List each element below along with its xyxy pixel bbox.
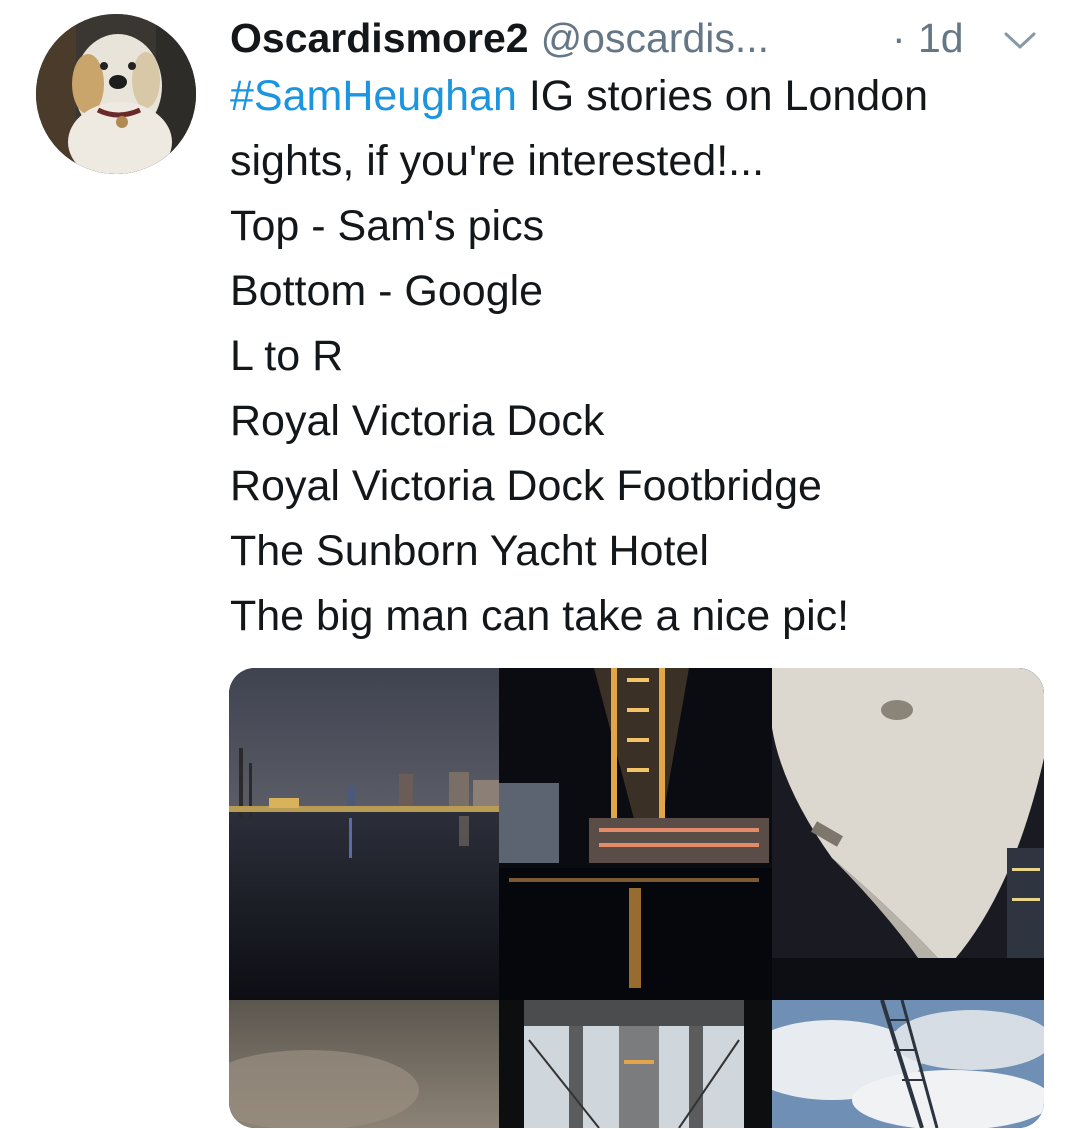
photo-dock-day[interactable] <box>229 1000 499 1128</box>
photo-footbridge-night[interactable] <box>499 668 772 1000</box>
media-grid[interactable] <box>229 668 1044 1128</box>
tweet-text-line-4: Bottom - Google <box>230 267 544 315</box>
photo-crane-sky[interactable] <box>772 1000 1044 1128</box>
tweet-header: Oscardismore2 @oscardis... · 1d <box>230 8 1050 68</box>
photo-yacht-hotel[interactable] <box>772 668 1044 1000</box>
tweet-text-line-8: The Sunborn Yacht Hotel <box>230 527 709 575</box>
photo-footbridge-day[interactable] <box>499 1000 772 1128</box>
tweet-text-line-2: sights, if you're interested!... <box>230 137 765 185</box>
tweet-text-line-5: L to R <box>230 332 344 380</box>
tweet-text-segment: IG stories on London <box>516 72 929 120</box>
display-name[interactable]: Oscardismore2 <box>230 15 529 61</box>
dog-avatar-icon <box>36 14 196 174</box>
tweet-text-line-3: Top - Sam's pics <box>230 202 545 250</box>
tweet-text-line-6: Royal Victoria Dock <box>230 397 605 445</box>
tweet-text: #SamHeughan IG stories on London sights,… <box>230 64 1050 649</box>
tweet-text-line-7: Royal Victoria Dock Footbridge <box>230 462 822 510</box>
user-handle[interactable]: @oscardis... <box>541 15 769 61</box>
avatar[interactable] <box>36 14 196 174</box>
chevron-down-icon[interactable] <box>1002 28 1038 52</box>
tweet-text-line-9: The big man can take a nice pic! <box>230 592 850 640</box>
tweet-text-line-1: #SamHeughan IG stories on London <box>230 64 1050 129</box>
timestamp[interactable]: 1d <box>918 8 964 68</box>
tweet[interactable]: Oscardismore2 @oscardis... · 1d #SamHeugh… <box>0 0 1078 1129</box>
separator-dot: · <box>892 15 906 61</box>
hashtag-link[interactable]: #SamHeughan <box>230 72 517 120</box>
photo-dock-night[interactable] <box>229 668 499 1000</box>
